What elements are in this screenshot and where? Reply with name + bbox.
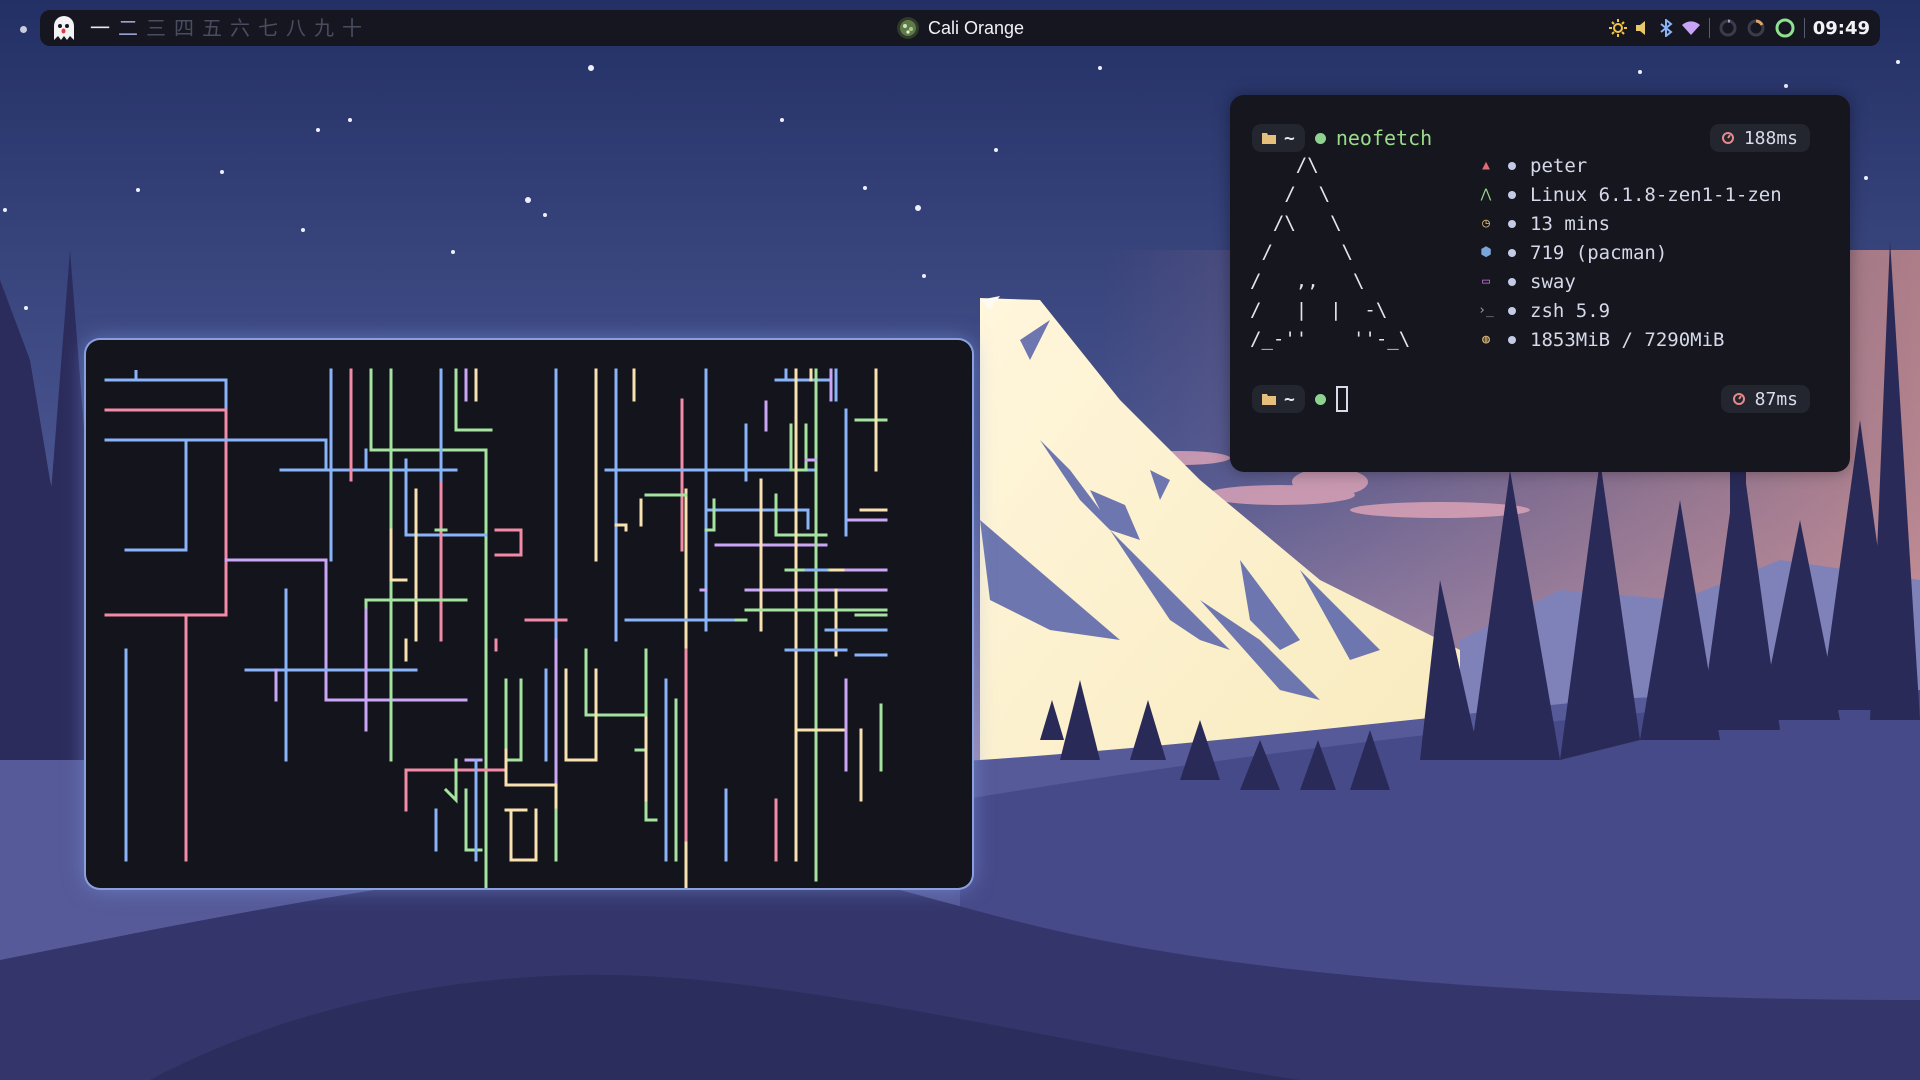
pipe-segment [509,808,538,862]
window-title-text: Cali Orange [927,17,1025,38]
timing-value-1: 188ms [1743,127,1798,149]
pipe-segment [454,368,493,432]
info-value: peter [1530,154,1588,177]
info-value: zsh 5.9 [1530,299,1611,322]
window-manager-icon: ▭ [1482,274,1490,289]
status-dot [1314,132,1326,144]
arch-ascii-logo: /\ / \ /\ \ / \ / ,, \ / | | -\ /_-'' ''… [1250,154,1411,350]
info-user: ▲ peter [1478,151,1782,180]
info-value: 1853MiB / 7290MiB [1530,328,1725,351]
bullet [1508,248,1516,257]
bullet [1508,335,1516,344]
pipe-segment [789,423,808,472]
pipe-segment [443,758,458,804]
bullet [1508,277,1516,286]
arch-icon: ⋀ [1480,187,1492,202]
prompt-line-1: ~ neofetch [1252,123,1432,153]
command-text: neofetch [1335,126,1433,150]
pipe-segment [369,368,488,888]
wifi-icon[interactable] [1681,20,1701,36]
pipe-segment [504,678,523,762]
pipe-segment [704,423,810,530]
memory-ring-icon[interactable] [1746,18,1766,38]
pipe-segment [389,528,408,582]
pipe-segment [494,528,523,557]
window-app-icon [896,17,919,39]
focused-window-title: Cali Orange [40,10,1880,46]
system-tray: 09:49 [1608,10,1870,46]
text-cursor[interactable] [1335,386,1348,412]
info-kernel: ⋀ Linux 6.1.8-zen1-1-zen [1478,180,1782,209]
bullet [1508,161,1516,170]
info-value: 13 mins [1530,212,1611,235]
info-wm: ▭ sway [1478,267,1782,296]
system-info-list: ▲ peter ⋀ Linux 6.1.8-zen1-1-zen ◷ 13 mi… [1478,151,1782,354]
prompt-line-2: ~ [1252,384,1348,414]
info-shell: ›_ zsh 5.9 [1478,296,1782,325]
folder-icon [1262,133,1276,144]
neofetch-terminal-window[interactable]: ~ neofetch 188ms /\ / \ /\ \ / \ / ,, \ … [1230,95,1850,472]
clock[interactable]: 09:49 [1813,18,1870,39]
pipe-segment [464,788,483,852]
timer-icon [1732,393,1745,405]
package-icon: ⬢ [1480,245,1492,260]
top-bar: 一 二 三 四 五 六 七 八 九 十 Cali Orange 09:49 [40,10,1880,46]
brightness-icon[interactable] [1608,19,1627,37]
info-packages: ⬢ 719 (pacman) [1478,238,1782,267]
cwd-pill: ~ [1252,385,1305,413]
pipe-segment [794,728,848,772]
info-value: sway [1530,270,1576,293]
user-icon: ▲ [1482,158,1490,173]
pipe-segment [774,493,828,537]
tilde-dir: ~ [1284,127,1295,149]
pipe-segment [104,370,228,470]
cpu-ring-icon[interactable] [1718,18,1738,38]
info-memory: ◍ 1853MiB / 7290MiB [1478,325,1782,354]
bullet [1508,219,1516,228]
cwd-pill: ~ [1252,124,1305,152]
pipes-screensaver [104,368,888,888]
pipes-terminal-window[interactable] [86,340,972,888]
volume-icon[interactable] [1635,20,1651,36]
tray-separator [1803,18,1805,38]
timing-badge-2: 87ms [1720,385,1810,413]
bullet [1508,190,1516,199]
bluetooth-icon[interactable] [1659,19,1673,37]
tilde-dir: ~ [1284,388,1295,410]
pipe-segment [224,558,468,702]
memory-icon: ◍ [1482,332,1490,347]
timing-value-2: 87ms [1754,388,1798,410]
info-value: Linux 6.1.8-zen1-1-zen [1530,183,1782,206]
pipe-segment [104,438,458,472]
shell-icon: ›_ [1478,303,1494,318]
info-value: 719 (pacman) [1530,241,1668,264]
battery-ring-icon[interactable] [1774,17,1796,39]
bullet [1508,306,1516,315]
info-uptime: ◷ 13 mins [1478,209,1782,238]
corner-dot [20,26,27,33]
timing-badge-1: 188ms [1709,124,1810,152]
pipe-segment [784,368,793,382]
pipe-segment [844,438,888,522]
timer-icon [1721,132,1734,144]
status-dot [1314,393,1326,405]
tray-separator [1708,18,1710,38]
pipe-segment [104,438,188,552]
uptime-icon: ◷ [1482,216,1490,231]
folder-icon [1262,394,1276,405]
pipe-segment [504,748,558,842]
